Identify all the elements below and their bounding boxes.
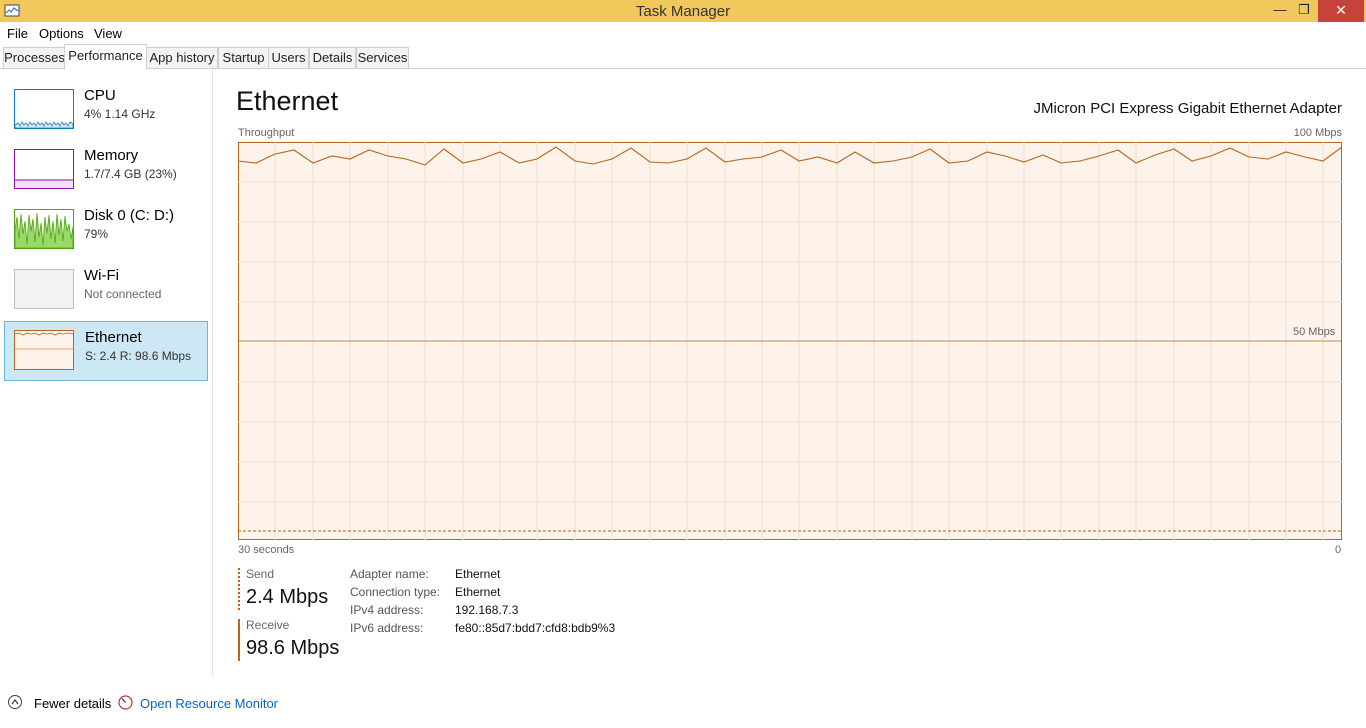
send-value: 2.4 Mbps xyxy=(246,586,329,608)
sidebar-item-subtitle: Not connected xyxy=(84,287,162,301)
ipv6-value: fe80::85d7:bdd7:cfd8:bdb9%3 xyxy=(455,621,616,635)
menu-file[interactable]: File xyxy=(7,26,28,41)
menu-options[interactable]: Options xyxy=(39,26,84,41)
memory-thumbnail xyxy=(14,149,74,189)
sidebar-item-title: Disk 0 (C: D:) xyxy=(84,207,174,224)
close-button[interactable]: ✕ xyxy=(1318,0,1364,22)
tab-startup[interactable]: Startup xyxy=(218,47,269,68)
footer-bar: Fewer details Open Resource Monitor xyxy=(0,690,1366,718)
sidebar-item-title: Ethernet xyxy=(85,329,142,346)
window-title: Task Manager xyxy=(635,3,731,20)
wifi-thumbnail xyxy=(14,269,74,309)
receive-label: Receive xyxy=(246,618,290,632)
resource-monitor-icon[interactable] xyxy=(118,695,133,710)
tab-details[interactable]: Details xyxy=(309,47,356,68)
tab-performance[interactable]: Performance xyxy=(64,44,147,70)
send-label: Send xyxy=(246,567,275,581)
adapter-name-key: Adapter name: xyxy=(350,567,429,581)
cpu-thumbnail xyxy=(14,89,74,129)
sidebar-item-subtitle: 79% xyxy=(84,227,109,241)
sidebar-item-ethernet[interactable]: Ethernet S: 2.4 R: 98.6 Mbps xyxy=(4,321,208,381)
ipv6-key: IPv6 address: xyxy=(350,621,424,635)
time-zero-label: 0 xyxy=(1335,544,1342,556)
maximize-button[interactable]: ❐ xyxy=(1289,0,1319,22)
tab-strip: Processes Performance App history Startu… xyxy=(0,44,1366,70)
sidebar-item-subtitle: S: 2.4 R: 98.6 Mbps xyxy=(85,349,192,363)
tab-app-history[interactable]: App history xyxy=(146,47,218,68)
ipv4-key: IPv4 address: xyxy=(350,603,424,617)
receive-value: 98.6 Mbps xyxy=(246,637,340,659)
sidebar-item-subtitle: 4% 1.14 GHz xyxy=(84,107,156,121)
mid-scale-label: 50 Mbps xyxy=(1293,326,1336,338)
fewer-details-button[interactable]: Fewer details xyxy=(34,696,111,711)
disk-thumbnail xyxy=(14,209,74,249)
max-scale-label: 100 Mbps xyxy=(1293,127,1342,139)
chevron-up-icon[interactable] xyxy=(8,695,22,709)
connection-type-value: Ethernet xyxy=(455,585,501,599)
sidebar-item-wifi[interactable]: Wi-Fi Not connected xyxy=(4,261,208,319)
send-indicator xyxy=(238,568,240,610)
receive-indicator xyxy=(238,619,240,661)
sidebar-item-disk[interactable]: Disk 0 (C: D:) 79% xyxy=(4,201,208,259)
time-span-label: 30 seconds xyxy=(238,544,295,556)
throughput-graph xyxy=(238,142,1342,540)
sidebar-item-title: CPU xyxy=(84,87,116,104)
sidebar-item-cpu[interactable]: CPU 4% 1.14 GHz xyxy=(4,81,208,139)
connection-type-key: Connection type: xyxy=(350,585,441,599)
tab-services[interactable]: Services xyxy=(356,47,409,68)
menu-view[interactable]: View xyxy=(94,26,122,41)
ipv4-value: 192.168.7.3 xyxy=(455,603,519,617)
adapter-name-header: JMicron PCI Express Gigabit Ethernet Ada… xyxy=(1033,100,1342,117)
throughput-label: Throughput xyxy=(238,127,295,139)
ethernet-thumbnail xyxy=(14,330,74,370)
resource-sidebar: CPU 4% 1.14 GHz Memory 1.7/7.4 GB (23%) … xyxy=(0,69,213,676)
menu-bar: File Options View xyxy=(0,22,1366,44)
adapter-name-value: Ethernet xyxy=(455,567,501,581)
sidebar-item-title: Memory xyxy=(84,147,139,164)
tab-processes[interactable]: Processes xyxy=(3,47,66,68)
sidebar-item-title: Wi-Fi xyxy=(84,267,119,284)
tab-users[interactable]: Users xyxy=(268,47,309,68)
sidebar-item-subtitle: 1.7/7.4 GB (23%) xyxy=(84,167,177,181)
title-bar: Task Manager — ❐ ✕ xyxy=(0,0,1366,22)
page-title: Ethernet xyxy=(236,86,339,116)
open-resource-monitor-link[interactable]: Open Resource Monitor xyxy=(140,696,278,711)
sidebar-item-memory[interactable]: Memory 1.7/7.4 GB (23%) xyxy=(4,141,208,199)
